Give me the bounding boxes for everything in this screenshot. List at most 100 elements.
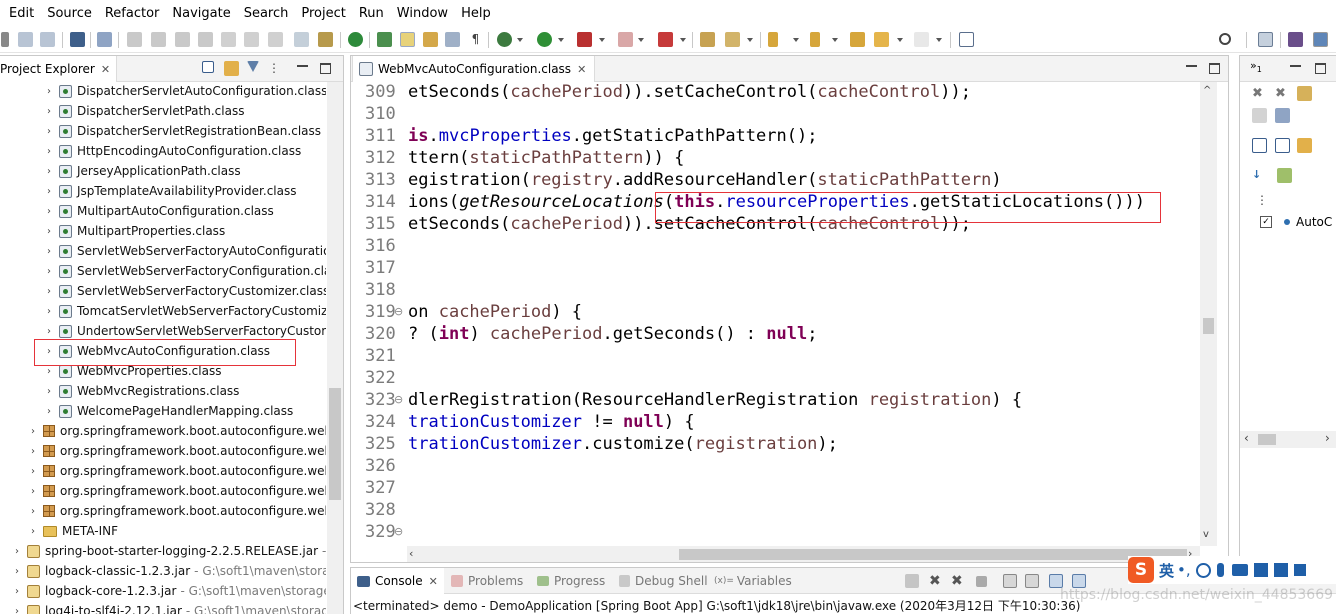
chevron-right-icon[interactable]: › — [13, 586, 21, 597]
menu-search[interactable]: Search — [244, 6, 289, 21]
tree-item-class[interactable]: › ServletWebServerFactoryCustomizer.class — [0, 281, 326, 301]
chevron-right-icon[interactable]: › — [45, 406, 53, 417]
step-into-icon[interactable] — [221, 32, 236, 47]
close-icon[interactable]: ✕ — [577, 63, 586, 76]
tree-item-package[interactable]: › org.springframework.boot.autoconfigure.… — [0, 461, 326, 481]
chevron-right-icon[interactable]: › — [45, 366, 53, 377]
tree-item-jar[interactable]: › spring-boot-starter-logging-2.2.5.RELEA… — [0, 541, 326, 561]
chevron-right-icon[interactable]: › — [45, 146, 53, 157]
explorer-scroll-thumb[interactable] — [329, 388, 341, 500]
scroll-left-icon[interactable]: ‹ — [409, 547, 413, 560]
skin-icon[interactable] — [1253, 563, 1268, 577]
chevron-down-icon[interactable] — [793, 38, 799, 42]
tree-item-jar[interactable]: › log4j-to-slf4j-2.12.1.jar - G:\soft1\mav… — [0, 601, 326, 614]
scroll-down-icon[interactable]: v — [1203, 529, 1209, 540]
search-tool-icon[interactable] — [725, 32, 740, 47]
collapse-all-icon[interactable] — [1275, 138, 1290, 153]
emoji-icon[interactable] — [1195, 562, 1211, 578]
sort-icon[interactable]: ↓ — [1252, 168, 1267, 183]
open-console-icon[interactable] — [70, 32, 85, 47]
filter-icon[interactable] — [247, 61, 259, 72]
chevron-right-icon[interactable]: › — [45, 206, 53, 217]
chevron-right-icon[interactable]: › — [29, 446, 37, 457]
tab-project-explorer[interactable]: Project Explorer ✕ — [0, 56, 118, 82]
new-icon[interactable] — [1, 32, 9, 47]
tree-item-class[interactable]: › JspTemplateAvailabilityProvider.class — [0, 181, 296, 201]
tree-item-class[interactable]: › DispatcherServletPath.class — [0, 101, 244, 121]
chevron-right-icon[interactable]: › — [13, 546, 21, 557]
code-line[interactable]: ? (int) cachePeriod.getSeconds() : null; — [408, 323, 817, 345]
code-line[interactable]: etSeconds(cachePeriod)).setCacheControl(… — [408, 84, 971, 103]
maximize-icon[interactable] — [1315, 63, 1326, 74]
chevron-right-icon[interactable]: › — [45, 326, 53, 337]
add-icon[interactable] — [1252, 108, 1267, 123]
resume-icon[interactable] — [127, 32, 142, 47]
chevron-down-icon[interactable] — [897, 38, 903, 42]
disconnect-icon[interactable] — [198, 32, 213, 47]
chevron-right-icon[interactable]: › — [45, 126, 53, 137]
scroll-lock-icon[interactable] — [1003, 574, 1017, 588]
chevron-down-icon[interactable] — [680, 38, 686, 42]
tree-item-jar[interactable]: › logback-core-1.2.3.jar - G:\soft1\maven\… — [0, 581, 326, 601]
menu-refactor[interactable]: Refactor — [105, 6, 160, 21]
scroll-up-icon[interactable]: ^ — [1203, 85, 1211, 96]
terminate-icon[interactable]: ✖ — [929, 574, 943, 588]
ime-language-label[interactable]: 英 — [1159, 560, 1174, 581]
scroll-left-icon[interactable]: ‹ — [1244, 431, 1249, 445]
run-icon[interactable] — [537, 32, 552, 47]
tree-item-class[interactable]: › MultipartProperties.class — [0, 221, 225, 241]
tree-item-jar[interactable]: › logback-classic-1.2.3.jar - G:\soft1\mav… — [0, 561, 326, 581]
link-icon[interactable] — [1297, 138, 1312, 153]
menu-project[interactable]: Project — [301, 6, 345, 21]
outline-hscroll-thumb[interactable] — [1258, 434, 1276, 445]
outline-item[interactable]: ✓ AutoC — [1260, 212, 1332, 232]
chevron-down-icon[interactable] — [599, 38, 605, 42]
code-line[interactable]: ttern(staticPathPattern)) { — [408, 147, 684, 169]
code-line[interactable]: on cachePeriod) { — [408, 301, 582, 323]
editor-hscroll-thumb[interactable] — [679, 549, 1187, 560]
microphone-icon[interactable] — [1216, 563, 1224, 577]
punctuation-icon[interactable]: •, — [1177, 561, 1191, 579]
chevron-down-icon[interactable] — [558, 38, 564, 42]
chevron-right-icon[interactable]: › — [45, 106, 53, 117]
next-annotation-icon[interactable] — [423, 32, 438, 47]
chevron-right-icon[interactable]: › — [29, 426, 37, 437]
expand-all-icon[interactable] — [1297, 86, 1312, 101]
minimize-icon[interactable] — [1290, 62, 1301, 67]
show-console-error-icon[interactable] — [1072, 574, 1086, 588]
tree-item-class[interactable]: › ServletWebServerFactoryConfiguration.cl… — [0, 261, 326, 281]
chevron-down-icon[interactable] — [936, 38, 942, 42]
tab-console[interactable]: Console ✕ — [351, 568, 444, 594]
clear-console-icon[interactable] — [976, 576, 987, 587]
chevron-right-icon[interactable]: › — [45, 266, 53, 277]
maximize-icon[interactable] — [1209, 63, 1220, 74]
tree-item-class[interactable]: › WelcomePageHandlerMapping.class — [0, 401, 293, 421]
chevron-right-icon[interactable]: › — [13, 566, 21, 577]
fold-toggle-icon[interactable]: ⊖ — [394, 305, 403, 318]
tree-item-class[interactable]: › UndertowServletWebServerFactoryCustom — [0, 321, 326, 341]
skip-all-icon[interactable] — [1275, 108, 1290, 123]
chevron-right-icon[interactable]: › — [45, 246, 53, 257]
close-icon[interactable]: ✕ — [429, 575, 438, 588]
menu-help[interactable]: Help — [461, 6, 491, 21]
scroll-right-icon[interactable]: › — [1325, 431, 1330, 445]
tree-item-class[interactable]: › DispatcherServletAutoConfiguration.clas… — [0, 82, 326, 101]
java-ee-perspective-icon[interactable] — [1288, 32, 1303, 47]
word-wrap-icon[interactable] — [1025, 574, 1039, 588]
save-icon[interactable] — [18, 32, 33, 47]
chevron-down-icon[interactable] — [517, 38, 523, 42]
tree-item-package[interactable]: › org.springframework.boot.autoconfigure.… — [0, 441, 326, 461]
save-all-icon[interactable] — [40, 32, 55, 47]
tab-debug-shell[interactable]: Debug Shell — [619, 568, 708, 594]
code-line[interactable]: trationCustomizer != null) { — [408, 411, 695, 433]
editor-vertical-scrollbar[interactable]: ^ v — [1200, 82, 1217, 546]
chevron-right-icon[interactable]: › — [45, 186, 53, 197]
keyboard-icon[interactable] — [1231, 564, 1248, 576]
tab-problems[interactable]: Problems — [451, 568, 523, 594]
chevron-right-icon[interactable]: › — [29, 466, 37, 477]
fold-toggle-icon[interactable]: ⊖ — [394, 525, 403, 538]
prev-edit-icon[interactable] — [810, 32, 820, 47]
menu-window[interactable]: Window — [397, 6, 448, 21]
code-line[interactable]: dlerRegistration(ResourceHandlerRegistra… — [408, 389, 1022, 411]
menu-edit[interactable]: Edit — [9, 6, 34, 21]
